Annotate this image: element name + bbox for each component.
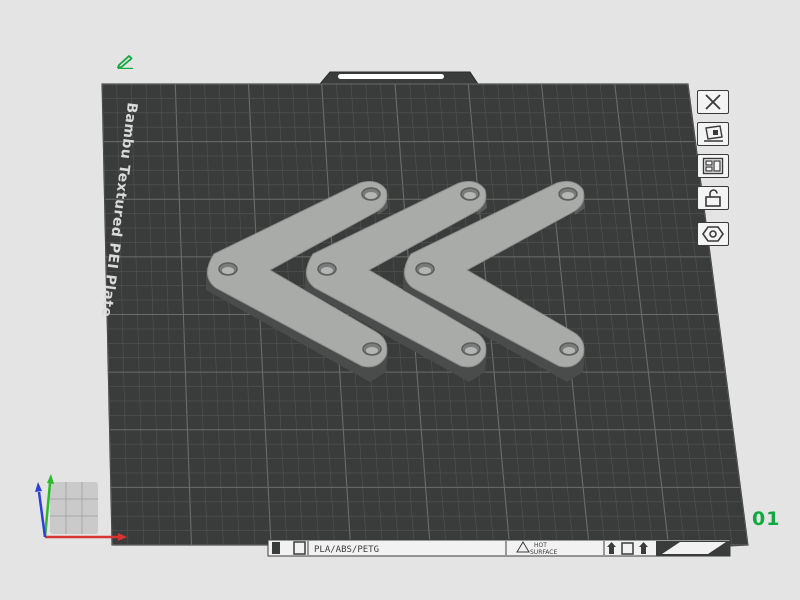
gizmo-plane xyxy=(50,482,98,534)
hot-surface-line2: SURFACE xyxy=(530,549,557,556)
close-icon xyxy=(705,94,721,110)
mounting-hole-inner xyxy=(465,347,477,354)
plate-notch xyxy=(338,74,444,79)
auto-orient-button[interactable] xyxy=(697,122,729,146)
hexagon-settings-icon xyxy=(702,226,724,242)
axis-y-arrow xyxy=(47,474,54,484)
mounting-hole-inner xyxy=(366,347,378,354)
unlock-icon xyxy=(705,189,721,207)
3d-viewport[interactable]: PLA/ABS/PETG HOT SURFACE Bambu Textured … xyxy=(0,0,800,600)
mounting-hole-inner xyxy=(464,192,476,199)
mounting-hole-inner xyxy=(563,347,575,354)
axis-y-line xyxy=(43,482,52,538)
filament-compat-label: PLA/ABS/PETG xyxy=(314,545,379,555)
axis-z-line xyxy=(37,491,47,538)
axis-z-arrow xyxy=(35,482,42,492)
orient-icon xyxy=(704,125,723,142)
mounting-hole-inner xyxy=(365,192,377,199)
arrange-button[interactable] xyxy=(697,154,729,178)
edit-plate-name-icon[interactable] xyxy=(116,53,136,69)
mounting-hole-inner xyxy=(321,267,333,274)
arrange-icon xyxy=(702,157,724,175)
mounting-hole-inner xyxy=(419,267,431,274)
plate-settings-button[interactable] xyxy=(697,222,729,246)
lock-plate-button[interactable] xyxy=(697,186,729,210)
plate-number[interactable]: 01 xyxy=(752,508,780,530)
mounting-hole-inner xyxy=(222,267,234,274)
mounting-hole-inner xyxy=(562,192,574,199)
hot-surface-line1: HOT xyxy=(534,542,547,549)
plate-label-strip: PLA/ABS/PETG HOT SURFACE xyxy=(267,539,731,557)
remove-plate-button[interactable] xyxy=(697,90,729,114)
